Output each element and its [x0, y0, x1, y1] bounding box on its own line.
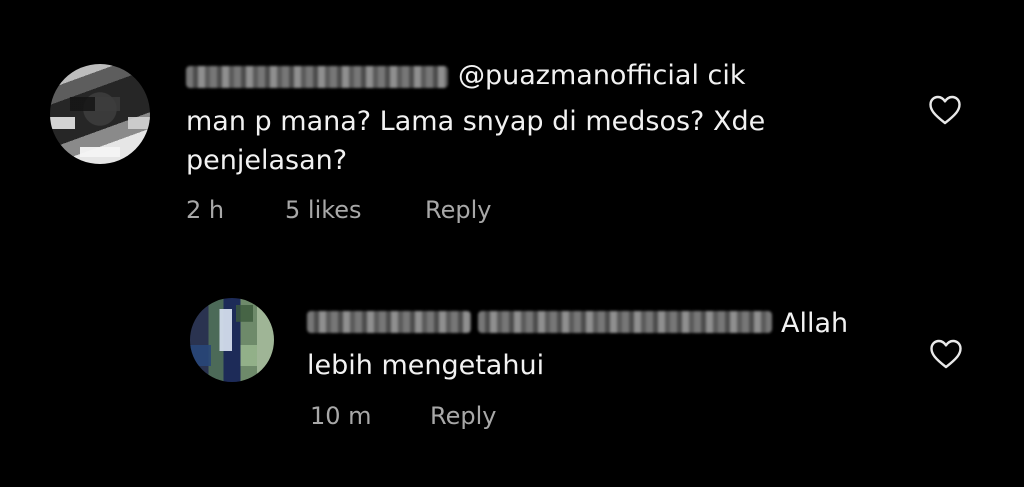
comment-text-line: lebih mengetahui	[307, 350, 545, 381]
avatar[interactable]	[50, 64, 150, 164]
heart-outline-icon[interactable]	[928, 94, 962, 126]
heart-outline-icon[interactable]	[929, 338, 963, 370]
comment-timestamp: 10 m	[310, 402, 372, 430]
username-blurred[interactable]	[307, 311, 471, 333]
comment-text-line: Allah	[781, 308, 849, 339]
avatar-pixelated-image	[50, 64, 150, 164]
comment-timestamp: 2 h	[186, 196, 225, 224]
reply-button[interactable]: Reply	[425, 196, 491, 224]
comment-text-line: man p mana? Lama snyap di medsos? Xde	[186, 106, 766, 137]
mention-blurred[interactable]	[478, 311, 772, 333]
avatar-pixelated-image	[190, 298, 274, 382]
likes-count-link[interactable]: 5 likes	[285, 196, 362, 224]
avatar[interactable]	[190, 298, 274, 382]
comment-text-line: penjelasan?	[186, 145, 348, 176]
reply-button[interactable]: Reply	[430, 402, 496, 430]
comments-screen: @puazmanofficial cik man p mana? Lama sn…	[0, 0, 1024, 487]
comment-text-line: @puazmanofficial cik	[458, 60, 746, 91]
username-blurred[interactable]	[186, 66, 448, 88]
